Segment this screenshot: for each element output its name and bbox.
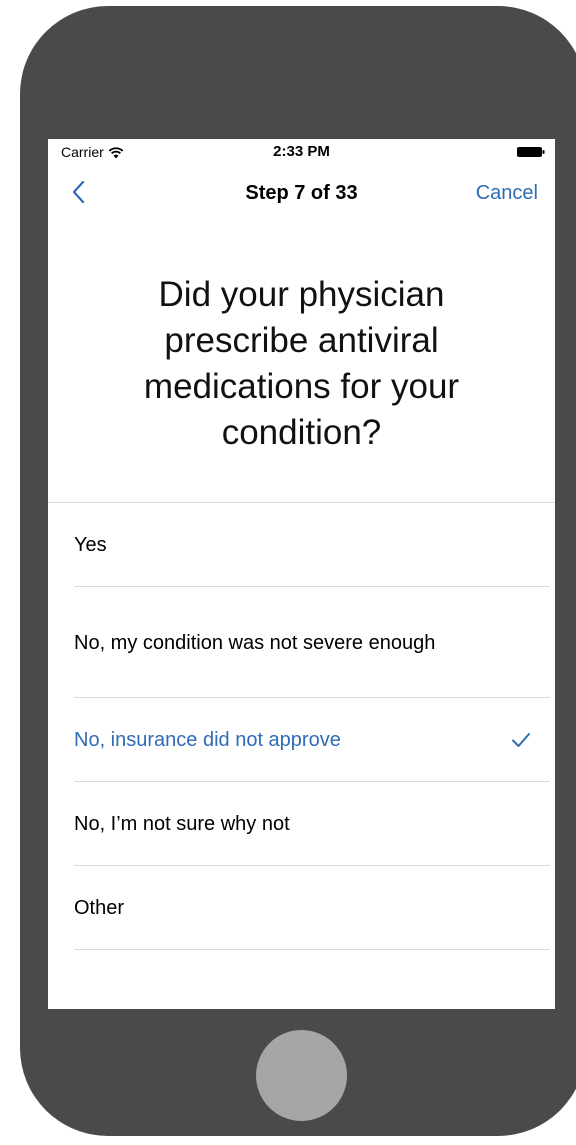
option-not-sure[interactable]: No, I’m not sure why not	[48, 782, 555, 866]
navigation-bar: Step 7 of 33 Cancel	[48, 165, 555, 223]
option-not-severe[interactable]: No, my condition was not severe enough	[48, 587, 555, 698]
question-title: Did your physician prescribe antiviral m…	[143, 275, 460, 452]
cancel-button[interactable]: Cancel	[476, 182, 538, 205]
answer-options-list: Yes No, my condition was not severe enou…	[48, 503, 555, 950]
option-yes[interactable]: Yes	[48, 503, 555, 587]
option-label: Other	[74, 897, 125, 919]
option-label: No, my condition was not severe enough	[74, 631, 436, 654]
option-label: No, I’m not sure why not	[74, 813, 290, 835]
option-other[interactable]: Other	[48, 866, 555, 950]
home-button[interactable]	[256, 1030, 347, 1121]
status-time: 2:33 PM	[273, 143, 330, 160]
option-insurance-denied[interactable]: No, insurance did not approve	[48, 698, 555, 782]
device-screen: Carrier 2:33 PM Step 7 of 33 Cancel Did …	[48, 139, 555, 1009]
option-label: No, insurance did not approve	[74, 729, 341, 751]
checkmark-icon	[512, 733, 530, 747]
option-label: Yes	[74, 534, 107, 556]
battery-icon	[517, 147, 545, 157]
status-bar: Carrier 2:33 PM	[48, 139, 555, 165]
